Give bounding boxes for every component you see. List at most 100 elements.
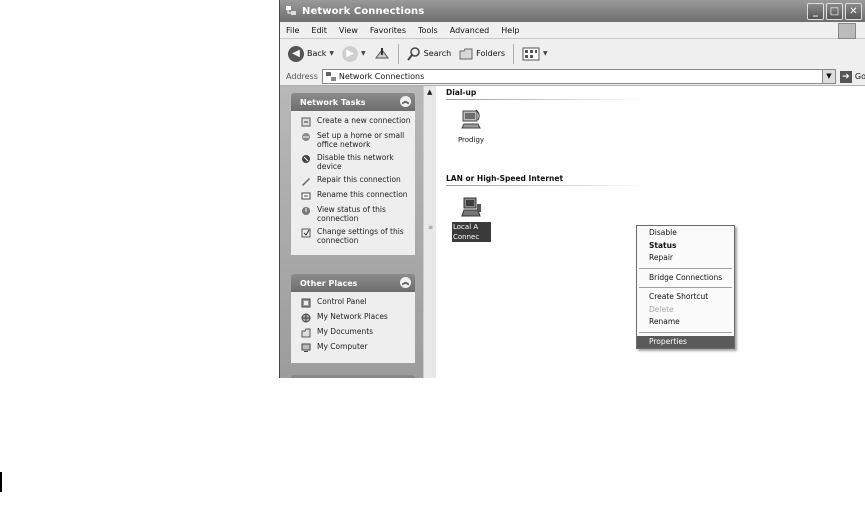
menu-item-properties[interactable]: Properties [637, 335, 734, 348]
go-button[interactable]: ➔ Go [839, 70, 865, 83]
new-connection-icon [301, 117, 311, 127]
dialup-connection-icon[interactable] [460, 108, 482, 130]
menu-item-disable[interactable]: Disable [637, 227, 734, 240]
maximize-button[interactable]: □ [826, 3, 843, 20]
control-panel-icon [301, 298, 311, 308]
toolbar: ◀ Back ▼ ▶ ▼ Search Folders ▼ [280, 39, 865, 69]
title-bar[interactable]: Network Connections _ □ ✕ [280, 0, 865, 22]
place-item[interactable]: My Documents [301, 327, 411, 338]
lan-connection-label-line1: Local A [453, 223, 479, 231]
task-item[interactable]: Create a new connection [301, 116, 411, 127]
splitter-grip-icon: ≡ [428, 224, 434, 231]
toolbar-separator [397, 43, 399, 64]
group-header-dialup: Dial-up [446, 88, 477, 97]
task-item[interactable]: Change settings of this connection [301, 227, 411, 245]
documents-icon [301, 328, 311, 338]
collapse-triangle-icon: ▲ [427, 88, 433, 96]
computer-icon [301, 343, 311, 352]
page-edge-mark [0, 472, 2, 492]
address-label: Address [286, 72, 318, 81]
menu-view[interactable]: View [333, 26, 364, 35]
task-label: Disable this network device [317, 153, 394, 171]
address-field[interactable]: Network Connections ▼ [321, 69, 836, 84]
content-area: Network Tasks ︽ Create a new connection S… [280, 86, 865, 378]
forward-arrow-icon: ▶ [342, 45, 359, 62]
folders-button[interactable]: Folders [459, 48, 505, 60]
task-label: My Computer [317, 342, 368, 351]
dialup-connection-label[interactable]: Prodigy [448, 136, 494, 144]
place-item[interactable]: Control Panel [301, 297, 411, 308]
menu-bar: File Edit View Favorites Tools Advanced … [280, 22, 865, 39]
rename-icon [301, 192, 311, 200]
up-folder-button[interactable] [374, 46, 390, 62]
forward-button[interactable]: ▶ ▼ [342, 45, 366, 62]
menu-edit[interactable]: Edit [305, 26, 333, 35]
other-places-header[interactable]: Other Places ︽ [291, 274, 415, 292]
close-button[interactable]: ✕ [845, 3, 862, 20]
back-label: Back [307, 49, 327, 58]
network-tasks-header[interactable]: Network Tasks ︽ [291, 93, 415, 111]
collapse-icon[interactable]: ︽ [400, 96, 411, 107]
menu-advanced[interactable]: Advanced [444, 26, 496, 35]
views-icon [522, 47, 540, 60]
menu-favorites[interactable]: Favorites [364, 26, 412, 35]
network-tasks-list: Create a new connection Set up a home or … [291, 111, 415, 255]
home-network-icon [302, 133, 310, 141]
collapse-icon[interactable]: ︽ [400, 277, 411, 288]
menu-file[interactable]: File [280, 26, 305, 35]
task-item[interactable]: View status of this connection [301, 205, 411, 223]
views-button[interactable]: ▼ [522, 47, 548, 61]
details-header[interactable] [291, 375, 415, 378]
menu-separator [639, 331, 732, 333]
back-arrow-icon: ◀ [288, 45, 304, 62]
group-divider [446, 99, 646, 100]
task-item[interactable]: Set up a home or small office network [301, 131, 411, 149]
windows-logo-icon [838, 23, 856, 39]
place-item[interactable]: My Network Places [301, 312, 411, 323]
place-item[interactable]: My Computer [301, 342, 411, 353]
network-connections-icon [286, 6, 296, 15]
group-divider [446, 185, 646, 186]
address-dropdown-icon[interactable]: ▼ [821, 70, 835, 83]
menu-separator [639, 267, 732, 269]
search-label: Search [423, 49, 452, 58]
repair-icon [302, 178, 310, 186]
menu-item-status[interactable]: Status [637, 240, 734, 253]
menu-item-repair[interactable]: Repair [637, 252, 734, 265]
search-button[interactable]: Search [406, 46, 452, 61]
network-tasks-title: Network Tasks [300, 97, 366, 107]
task-item[interactable]: Rename this connection [301, 190, 411, 201]
lan-connection-icon[interactable] [461, 196, 483, 218]
task-label: View status of this connection [317, 205, 386, 223]
task-item[interactable]: Disable this network device [301, 153, 411, 171]
back-dropdown-icon: ▼ [329, 50, 335, 57]
menu-tools[interactable]: Tools [412, 26, 444, 35]
pane-splitter[interactable]: ▲ ≡ [423, 86, 436, 378]
lan-connection-label[interactable]: Local A Connec [452, 222, 491, 242]
folders-label: Folders [476, 49, 506, 58]
details-panel [291, 375, 415, 378]
menu-separator [639, 287, 732, 288]
task-item[interactable]: Repair this connection [301, 175, 411, 186]
search-icon [406, 46, 420, 61]
menu-help[interactable]: Help [495, 26, 525, 35]
status-icon [302, 207, 310, 215]
back-button[interactable]: ◀ Back ▼ [288, 45, 335, 62]
menu-item-create-shortcut[interactable]: Create Shortcut [637, 291, 734, 304]
menu-item-rename[interactable]: Rename [637, 316, 734, 329]
task-label: My Network Places [317, 312, 388, 321]
views-dropdown-icon: ▼ [543, 50, 548, 57]
network-connections-window: Network Connections _ □ ✕ File Edit View… [279, 0, 865, 378]
folders-icon [459, 48, 473, 59]
menu-item-bridge-connections[interactable]: Bridge Connections [637, 272, 734, 285]
settings-icon [301, 228, 311, 238]
go-label: Go [854, 72, 865, 81]
up-folder-icon [374, 47, 389, 58]
menu-item-delete: Delete [649, 304, 674, 314]
minimize-button[interactable]: _ [807, 3, 824, 20]
go-arrow-icon: ➔ [839, 70, 852, 83]
address-value: Network Connections [338, 72, 425, 81]
network-connections-icon [325, 71, 336, 81]
task-label: Set up a home or small office network [317, 131, 405, 149]
task-label: Create a new connection [317, 116, 411, 125]
